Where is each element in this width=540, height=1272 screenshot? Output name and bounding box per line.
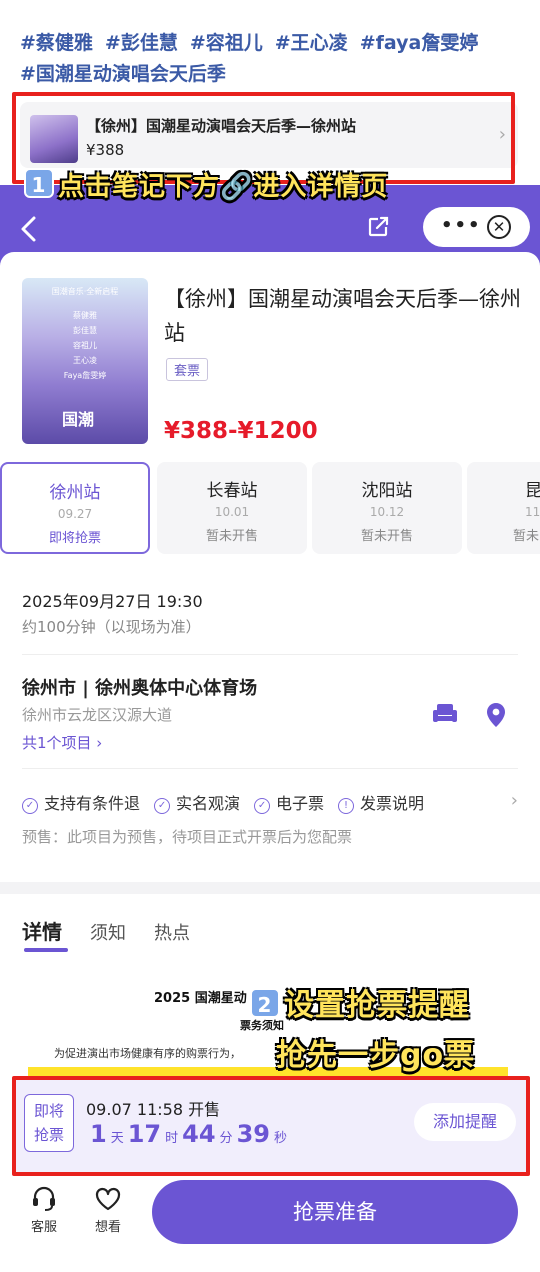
poster-text: Faya詹雯婷	[63, 371, 107, 380]
section-gap	[0, 882, 540, 894]
want-to-see-button[interactable]: 想看	[78, 1186, 138, 1235]
tag-link[interactable]: #王心凌	[275, 28, 348, 59]
presale-notice: 预售：此项目为预售，待项目正式开票后为您配票	[22, 828, 353, 846]
tag-link[interactable]: #蔡健雅	[20, 28, 93, 59]
step2-caption-line2: 抢先一步go票	[276, 1038, 476, 1073]
check-circle-icon: ✓	[254, 798, 271, 814]
tag-link[interactable]: #国潮星动演唱会天后季	[20, 59, 226, 90]
note-tags: #蔡健雅 #彭佳慧 #容祖儿 #王心凌 #faya詹雯婷 #国潮星动演唱会天后季	[20, 28, 525, 90]
station-shenyang[interactable]: 沈阳站 10.12 暂未开售	[312, 462, 462, 554]
event-poster[interactable]: 国潮音乐·全新启程 蔡健雅 彭佳慧 容祖儿 王心凌 Faya詹雯婷 国潮	[22, 278, 148, 444]
check-circle-icon: ✓	[22, 798, 38, 814]
poster-text: 蔡健雅	[73, 311, 97, 320]
station-city: 长春站	[206, 481, 258, 501]
buy-prepare-button[interactable]: 抢票准备	[152, 1180, 518, 1244]
service-label: 客服	[30, 1220, 57, 1235]
show-datetime: 2025年09月27日 19:30	[22, 592, 203, 611]
show-duration: 约100分钟（以现场为准）	[22, 618, 201, 636]
tab-hot[interactable]: 热点	[154, 923, 190, 944]
seat-map-icon[interactable]	[432, 702, 458, 724]
divider	[22, 654, 518, 655]
tag-link[interactable]: #faya詹雯婷	[360, 28, 479, 59]
tab-notice[interactable]: 须知	[90, 923, 126, 944]
poster-text: 国潮音乐·全新启程	[51, 287, 119, 296]
venue-address: 徐州市云龙区汉源大道	[22, 706, 173, 724]
event-title: 【徐州】国潮星动演唱会天后季—徐州站	[164, 287, 521, 345]
station-date: 09.27	[57, 507, 93, 521]
station-status: 暂未开售	[205, 529, 258, 544]
location-pin-icon[interactable]	[486, 702, 506, 728]
station-status: 即将抢票	[48, 531, 101, 546]
station-city: 昆	[525, 481, 540, 501]
poster-text: 彭佳慧	[73, 326, 97, 335]
feature-item: ✓ 实名观演	[154, 790, 240, 814]
venue-projects-link[interactable]: 共1个项目 ›	[22, 732, 102, 753]
back-arrow-icon[interactable]	[18, 215, 40, 243]
tab-details[interactable]: 详情	[22, 920, 62, 944]
headset-icon	[33, 1186, 55, 1211]
venue-name[interactable]: 徐州市 | 徐州奥体中心体育场	[22, 674, 257, 700]
want-label: 想看	[94, 1220, 121, 1235]
station-date: 10.12	[369, 505, 405, 519]
station-date: 10.01	[214, 505, 250, 519]
service-button[interactable]: 客服	[14, 1186, 74, 1235]
chevron-right-icon[interactable]: ›	[511, 790, 518, 811]
station-city: 徐州站	[49, 483, 101, 503]
station-kunming[interactable]: 昆 11. 暂未	[467, 462, 540, 554]
tag-link[interactable]: #彭佳慧	[105, 28, 178, 59]
station-status: 暂未	[513, 529, 540, 544]
share-icon[interactable]	[366, 215, 390, 239]
poster-text: 容祖儿	[73, 341, 97, 350]
step1-caption: 1 点击笔记下方🔗进入详情页	[24, 166, 388, 203]
poster-logo: 国潮	[62, 410, 95, 429]
station-changchun[interactable]: 长春站 10.01 暂未开售	[157, 462, 307, 554]
doc-heading: 2025 国潮星动	[154, 991, 247, 1006]
step2-number: 2	[250, 988, 280, 1018]
highlight-box	[12, 1076, 530, 1176]
station-status: 暂未开售	[360, 529, 413, 544]
close-icon[interactable]: ✕	[487, 215, 511, 239]
service-features[interactable]: ✓ 支持有条件退 ✓ 实名观演 ✓ 电子票 ! 发票说明	[22, 790, 438, 814]
detail-tabs: 详情 须知 热点	[22, 916, 218, 945]
info-circle-icon: !	[338, 798, 355, 814]
tag-link[interactable]: #容祖儿	[190, 28, 263, 59]
station-city: 沈阳站	[361, 481, 413, 501]
check-circle-icon: ✓	[154, 798, 171, 814]
station-date: 11.	[525, 505, 540, 519]
active-tab-indicator	[24, 948, 68, 952]
ticket-type-tag: 套票	[166, 358, 209, 381]
feature-item: ! 发票说明	[338, 790, 424, 814]
poster-text: 王心凌	[73, 356, 97, 365]
more-icon[interactable]: •••	[441, 215, 482, 236]
step1-number: 1	[24, 168, 54, 198]
step1-text: 点击笔记下方🔗进入详情页	[58, 172, 389, 202]
step2-caption-line1: 2 设置抢票提醒	[250, 980, 470, 1024]
price-range: ¥388-¥1200	[164, 418, 318, 444]
station-xuzhou[interactable]: 徐州站 09.27 即将抢票	[0, 462, 150, 554]
feature-item: ✓ 电子票	[254, 790, 324, 814]
doc-line: 为促进演出市场健康有序的购票行为，	[54, 1047, 241, 1060]
heart-icon	[95, 1187, 121, 1211]
mini-program-capsule: ••• ✕	[423, 207, 530, 247]
divider	[22, 768, 518, 769]
feature-item: ✓ 支持有条件退	[22, 790, 140, 814]
